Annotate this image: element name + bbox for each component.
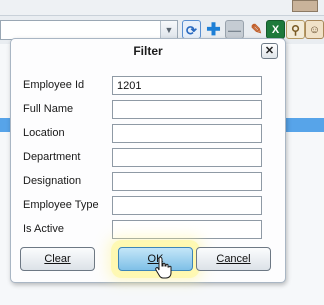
dialog-title: Filter (133, 44, 163, 58)
chevron-down-icon[interactable]: ▼ (160, 21, 177, 39)
employee-type-label: Employee Type (23, 199, 99, 211)
clear-button[interactable]: Clear (20, 247, 95, 271)
full-name-field[interactable] (112, 100, 262, 119)
refresh-icon[interactable]: ⟳ (182, 20, 201, 39)
department-label: Department (23, 151, 81, 163)
app-title-bar (0, 0, 324, 16)
close-icon[interactable]: ✕ (261, 43, 278, 59)
cancel-button[interactable]: Cancel (196, 247, 271, 271)
is-active-label: Is Active (23, 223, 64, 235)
designation-label: Designation (23, 175, 82, 187)
location-field[interactable] (112, 124, 262, 143)
department-field[interactable] (112, 148, 262, 167)
toolbar-combo-box[interactable] (0, 20, 178, 40)
edit-icon[interactable]: ✎ (247, 20, 266, 39)
employee-id-label: Employee Id (23, 79, 85, 91)
location-label: Location (23, 127, 65, 139)
add-icon[interactable]: ✚ (204, 20, 223, 39)
full-name-label: Full Name (23, 103, 74, 115)
employee-type-field[interactable] (112, 196, 262, 215)
remove-icon[interactable]: — (225, 20, 244, 39)
user-avatar[interactable] (292, 0, 318, 12)
is-active-field[interactable] (112, 220, 262, 239)
filter-dialog: Filter ✕ Employee Id Full Name Location … (10, 38, 286, 283)
search-user-icon[interactable]: ⚲ (286, 20, 305, 39)
employee-id-field[interactable] (112, 76, 262, 95)
excel-icon[interactable]: X (266, 20, 285, 39)
designation-field[interactable] (112, 172, 262, 191)
hand-cursor-icon (155, 256, 172, 279)
user-icon[interactable]: ☺ (305, 20, 324, 39)
